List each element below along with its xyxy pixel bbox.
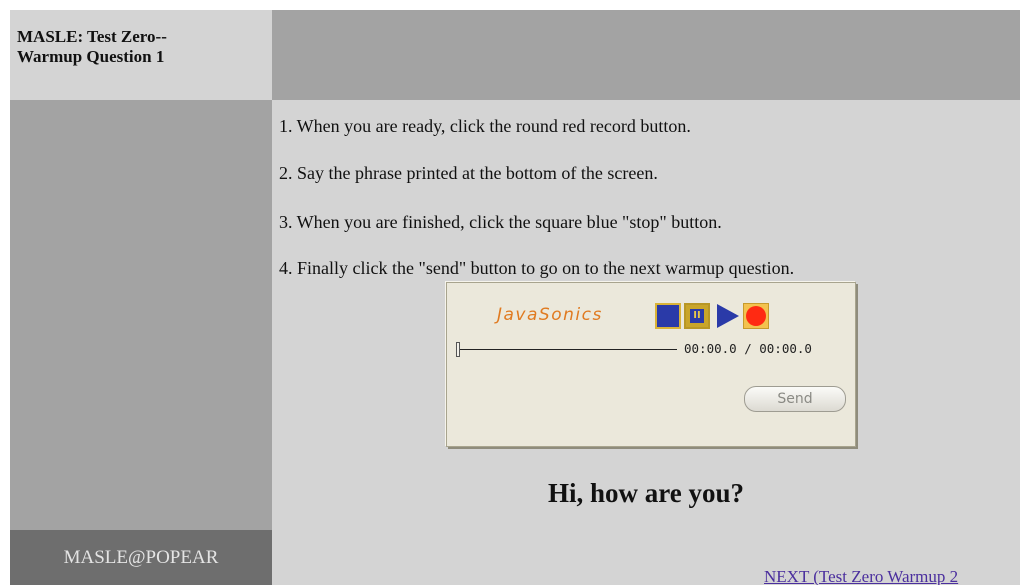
audio-recorder-applet: JavaSonics II 00:00.0 / 00:00.0 Send xyxy=(446,282,856,447)
header-bar xyxy=(272,10,1020,100)
page-title-line-1: MASLE: Test Zero-- xyxy=(17,27,167,46)
main-content: 1. When you are ready, click the round r… xyxy=(272,100,1020,585)
instruction-step-3: 3. When you are finished, click the squa… xyxy=(279,212,722,232)
playback-position-slider[interactable] xyxy=(456,342,460,357)
send-button[interactable]: Send xyxy=(744,386,846,412)
next-question-link[interactable]: NEXT (Test Zero Warmup 2 xyxy=(764,567,958,585)
page: MASLE: Test Zero-- Warmup Question 1 MAS… xyxy=(10,10,1020,585)
instruction-step-1: 1. When you are ready, click the round r… xyxy=(279,116,691,136)
page-title-line-2: Warmup Question 1 xyxy=(17,47,165,66)
record-icon xyxy=(746,306,766,326)
pause-icon: II xyxy=(690,309,704,323)
instruction-step-4: 4. Finally click the "send" button to go… xyxy=(279,258,795,278)
time-display: 00:00.0 / 00:00.0 xyxy=(684,341,812,356)
left-sidebar xyxy=(10,100,272,530)
play-button[interactable] xyxy=(714,303,740,329)
play-icon xyxy=(717,304,739,328)
instruction-step-2: 2. Say the phrase printed at the bottom … xyxy=(279,163,658,183)
javasonics-logo: JavaSonics xyxy=(497,305,603,325)
playback-position-track[interactable] xyxy=(457,349,677,350)
stop-button[interactable] xyxy=(655,303,681,329)
pause-button[interactable]: II xyxy=(684,303,710,329)
site-footer-label: MASLE@POPEAR xyxy=(10,530,272,585)
prompt-phrase: Hi, how are you? xyxy=(547,478,744,508)
page-title: MASLE: Test Zero-- Warmup Question 1 xyxy=(10,10,272,100)
record-button[interactable] xyxy=(743,303,769,329)
